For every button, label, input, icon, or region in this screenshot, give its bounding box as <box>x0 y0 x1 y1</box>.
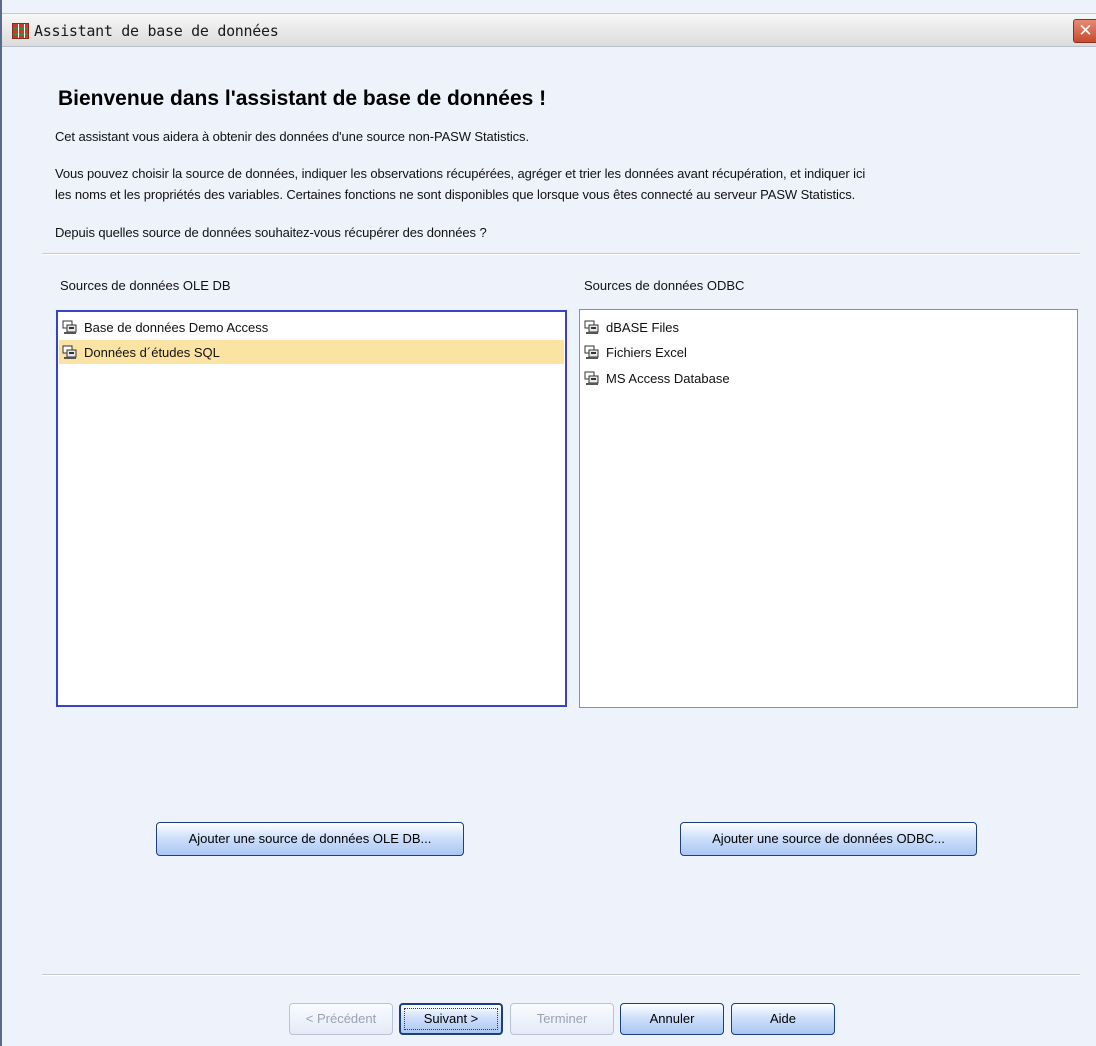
footer-separator <box>42 974 1080 976</box>
cancel-button[interactable]: Annuler <box>620 1003 724 1035</box>
database-icon <box>584 345 599 359</box>
list-item-label: MS Access Database <box>606 370 730 386</box>
window-title: Assistant de base de données <box>34 22 279 40</box>
next-button-label: Suivant > <box>423 1011 479 1026</box>
database-icon <box>584 371 599 385</box>
intro-text: Cet assistant vous aidera à obtenir des … <box>55 129 529 144</box>
database-icon <box>62 345 77 359</box>
database-icon <box>62 320 77 334</box>
odbc-label: Sources de données ODBC <box>584 278 745 293</box>
description-line-2: les noms et les propriétés des variables… <box>55 187 856 202</box>
app-icon <box>12 23 29 39</box>
list-item-excel-files[interactable]: Fichiers Excel <box>581 340 1076 364</box>
previous-button[interactable]: < Précédent <box>289 1003 393 1035</box>
page-heading: Bienvenue dans l'assistant de base de do… <box>58 87 547 110</box>
question-text: Depuis quelles source de données souhait… <box>55 225 487 240</box>
odbc-listbox[interactable]: dBASE Files Fichiers Excel MS Access Dat… <box>579 309 1078 708</box>
list-item-demo-access[interactable]: Base de données Demo Access <box>59 315 564 339</box>
ole-db-label: Sources de données OLE DB <box>60 278 231 293</box>
database-wizard-window: Assistant de base de données ✕ Bienvenue… <box>0 0 1096 1046</box>
list-item-label: dBASE Files <box>606 319 679 335</box>
close-button[interactable]: ✕ <box>1073 19 1096 43</box>
top-separator <box>42 253 1080 255</box>
list-item-dbase-files[interactable]: dBASE Files <box>581 315 1076 339</box>
close-icon: ✕ <box>1078 21 1093 40</box>
add-odbc-source-button[interactable]: Ajouter une source de données ODBC... <box>680 822 977 856</box>
title-bar[interactable]: Assistant de base de données ✕ <box>2 13 1096 47</box>
list-item-label: Données d´études SQL <box>84 344 220 360</box>
next-button[interactable]: Suivant > <box>399 1003 503 1035</box>
finish-button[interactable]: Terminer <box>510 1003 614 1035</box>
list-item-label: Fichiers Excel <box>606 344 687 360</box>
ole-db-listbox[interactable]: Base de données Demo Access Données d´ét… <box>56 310 567 707</box>
list-item-sql-studies[interactable]: Données d´études SQL <box>59 340 564 364</box>
description-line-1: Vous pouvez choisir la source de données… <box>55 166 866 181</box>
help-button[interactable]: Aide <box>731 1003 835 1035</box>
add-ole-db-source-button[interactable]: Ajouter une source de données OLE DB... <box>156 822 464 856</box>
list-item-ms-access-database[interactable]: MS Access Database <box>581 366 1076 390</box>
database-icon <box>584 320 599 334</box>
list-item-label: Base de données Demo Access <box>84 319 269 335</box>
